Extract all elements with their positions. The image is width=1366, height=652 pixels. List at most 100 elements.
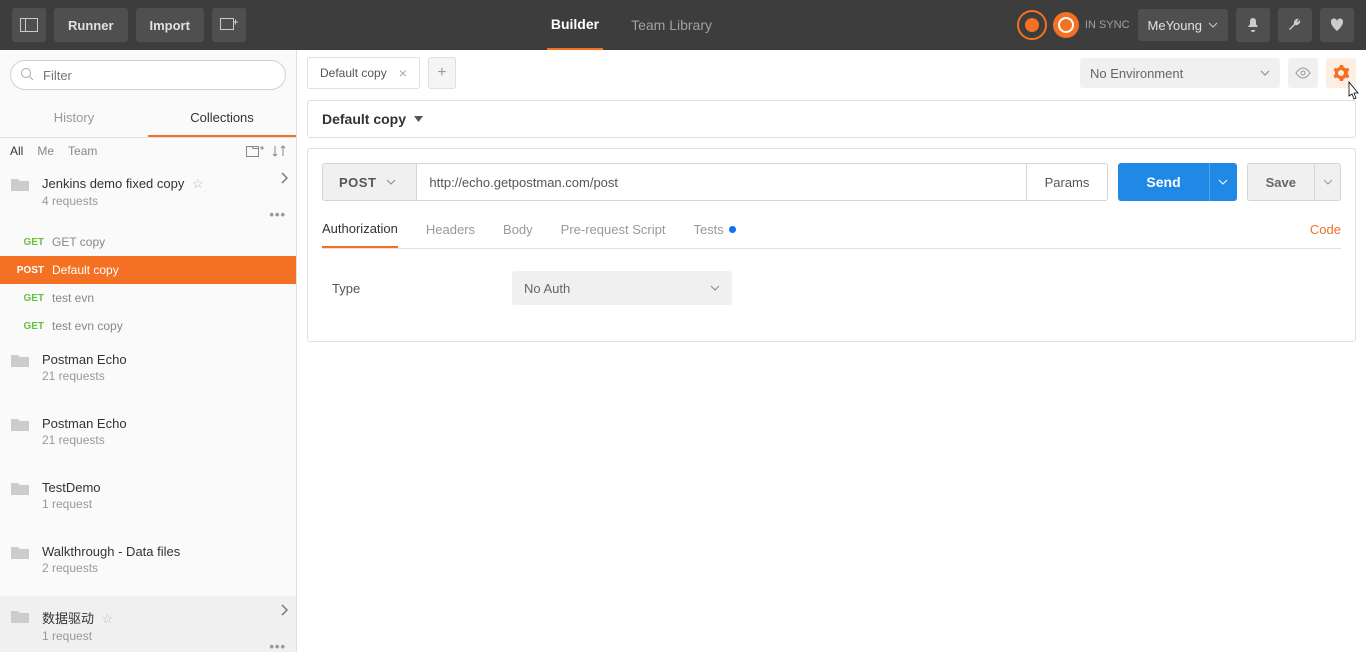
more-icon[interactable]: ••• xyxy=(269,639,286,652)
request-item[interactable]: GET test evn copy xyxy=(0,312,296,340)
request-name: test evn copy xyxy=(52,319,123,333)
collection-name: Postman Echo xyxy=(42,416,286,431)
folder-icon xyxy=(10,176,30,192)
save-dropdown-button[interactable] xyxy=(1315,163,1341,201)
sort-icon[interactable] xyxy=(272,144,286,158)
folder-icon xyxy=(10,480,30,496)
sidebar-tab-collections[interactable]: Collections xyxy=(148,100,296,137)
chevron-down-icon xyxy=(1323,179,1333,185)
environment-preview-button[interactable] xyxy=(1288,58,1318,88)
request-method: POST xyxy=(6,265,44,276)
more-icon[interactable]: ••• xyxy=(269,207,286,222)
save-button[interactable]: Save xyxy=(1247,163,1315,201)
request-item[interactable]: GETtest evn xyxy=(0,284,296,312)
bell-icon xyxy=(1245,17,1261,33)
content-area: Default copy × + No Environment Default … xyxy=(297,50,1366,652)
settings-button[interactable] xyxy=(1278,8,1312,42)
sidebar-filter-input[interactable] xyxy=(10,60,286,90)
runner-button[interactable]: Runner xyxy=(54,8,128,42)
tab-tests[interactable]: Tests xyxy=(693,212,735,247)
new-window-icon xyxy=(220,18,238,32)
collection-name: Walkthrough - Data files xyxy=(42,544,286,559)
tab-body[interactable]: Body xyxy=(503,212,533,247)
environment-settings-button[interactable] xyxy=(1326,58,1356,88)
filter-team[interactable]: Team xyxy=(68,144,97,158)
eye-icon xyxy=(1295,67,1311,79)
send-dropdown-button[interactable] xyxy=(1209,163,1237,201)
request-name-label: Default copy xyxy=(322,111,406,127)
request-tab-name: Default copy xyxy=(320,66,387,80)
collection-name: Jenkins demo fixed copy xyxy=(42,176,184,191)
method-label: POST xyxy=(339,175,376,190)
sidebar: History Collections All Me Team Jenkins … xyxy=(0,50,297,652)
star-icon[interactable]: ☆ xyxy=(102,611,114,626)
request-name-header[interactable]: Default copy xyxy=(307,100,1356,138)
collection-count: 4 requests xyxy=(42,194,286,208)
auth-type-select[interactable]: No Auth xyxy=(512,271,732,305)
request-method: GET xyxy=(6,321,44,332)
collection-count: 1 request xyxy=(42,629,286,643)
new-window-button[interactable] xyxy=(212,8,246,42)
toggle-sidebar-button[interactable] xyxy=(12,8,46,42)
collection-name: Postman Echo xyxy=(42,352,286,367)
method-select[interactable]: POST xyxy=(322,163,417,201)
request-tab[interactable]: Default copy × xyxy=(307,57,420,89)
topbar: Runner Import Builder Team Library IN SY… xyxy=(0,0,1366,50)
chevron-right-icon[interactable] xyxy=(280,604,288,616)
chevron-right-icon[interactable] xyxy=(280,172,288,184)
send-button[interactable]: Send xyxy=(1118,163,1208,201)
request-method: GET xyxy=(6,237,44,248)
filter-all[interactable]: All xyxy=(10,144,23,158)
collection-item[interactable]: Walkthrough - Data files 2 requests xyxy=(0,532,296,596)
sync-status-icon xyxy=(1017,10,1047,40)
request-item[interactable]: GET GET copy xyxy=(0,228,296,256)
chevron-down-icon xyxy=(710,285,720,291)
tab-prerequest[interactable]: Pre-request Script xyxy=(561,212,666,247)
notifications-button[interactable] xyxy=(1236,8,1270,42)
gear-icon xyxy=(1333,65,1349,81)
collection-item[interactable]: Jenkins demo fixed copy ☆ 4 requests ••• xyxy=(0,164,296,228)
tab-headers[interactable]: Headers xyxy=(426,212,475,247)
wrench-icon xyxy=(1287,17,1303,33)
import-button[interactable]: Import xyxy=(136,8,204,42)
search-icon xyxy=(20,67,34,81)
tab-authorization[interactable]: Authorization xyxy=(322,211,398,248)
collection-count: 1 request xyxy=(42,497,286,511)
collection-count: 21 requests xyxy=(42,369,286,383)
collection-item[interactable]: 数据驱动 ☆1 request ••• xyxy=(0,596,296,652)
indicator-dot-icon xyxy=(729,226,736,233)
environment-select[interactable]: No Environment xyxy=(1080,58,1280,88)
request-method: GET xyxy=(6,293,44,304)
request-name: Default copy xyxy=(52,263,119,277)
sync-avatar-icon xyxy=(1053,12,1079,38)
star-icon[interactable]: ☆ xyxy=(192,176,204,191)
folder-icon xyxy=(10,352,30,368)
auth-type-value: No Auth xyxy=(524,281,570,296)
tab-team-library[interactable]: Team Library xyxy=(627,0,716,50)
chevron-down-icon xyxy=(1260,70,1270,76)
chevron-down-icon xyxy=(1218,179,1228,185)
request-item[interactable]: POST Default copy xyxy=(0,256,296,284)
tab-builder[interactable]: Builder xyxy=(547,0,603,50)
add-tab-button[interactable]: + xyxy=(428,57,456,89)
collection-count: 21 requests xyxy=(42,433,286,447)
code-link[interactable]: Code xyxy=(1310,222,1341,237)
folder-icon xyxy=(10,544,30,560)
params-button[interactable]: Params xyxy=(1027,163,1109,201)
collection-count: 2 requests xyxy=(42,561,286,575)
collection-item[interactable]: Postman Echo 21 requests xyxy=(0,340,296,404)
collection-item[interactable]: TestDemo1 request xyxy=(0,468,296,532)
close-icon[interactable]: × xyxy=(399,65,407,81)
chevron-down-icon xyxy=(1208,22,1218,28)
add-collection-icon[interactable] xyxy=(246,144,264,158)
folder-icon xyxy=(10,416,30,432)
username-label: MeYoung xyxy=(1148,18,1202,33)
heart-button[interactable] xyxy=(1320,8,1354,42)
user-menu-button[interactable]: MeYoung xyxy=(1138,9,1228,41)
url-input[interactable] xyxy=(417,163,1026,201)
sidebar-tab-history[interactable]: History xyxy=(0,100,148,137)
filter-me[interactable]: Me xyxy=(37,144,54,158)
request-name: GET copy xyxy=(52,235,105,249)
sync-status-text: IN SYNC xyxy=(1085,19,1130,31)
collection-item[interactable]: Postman Echo 21 requests xyxy=(0,404,296,468)
